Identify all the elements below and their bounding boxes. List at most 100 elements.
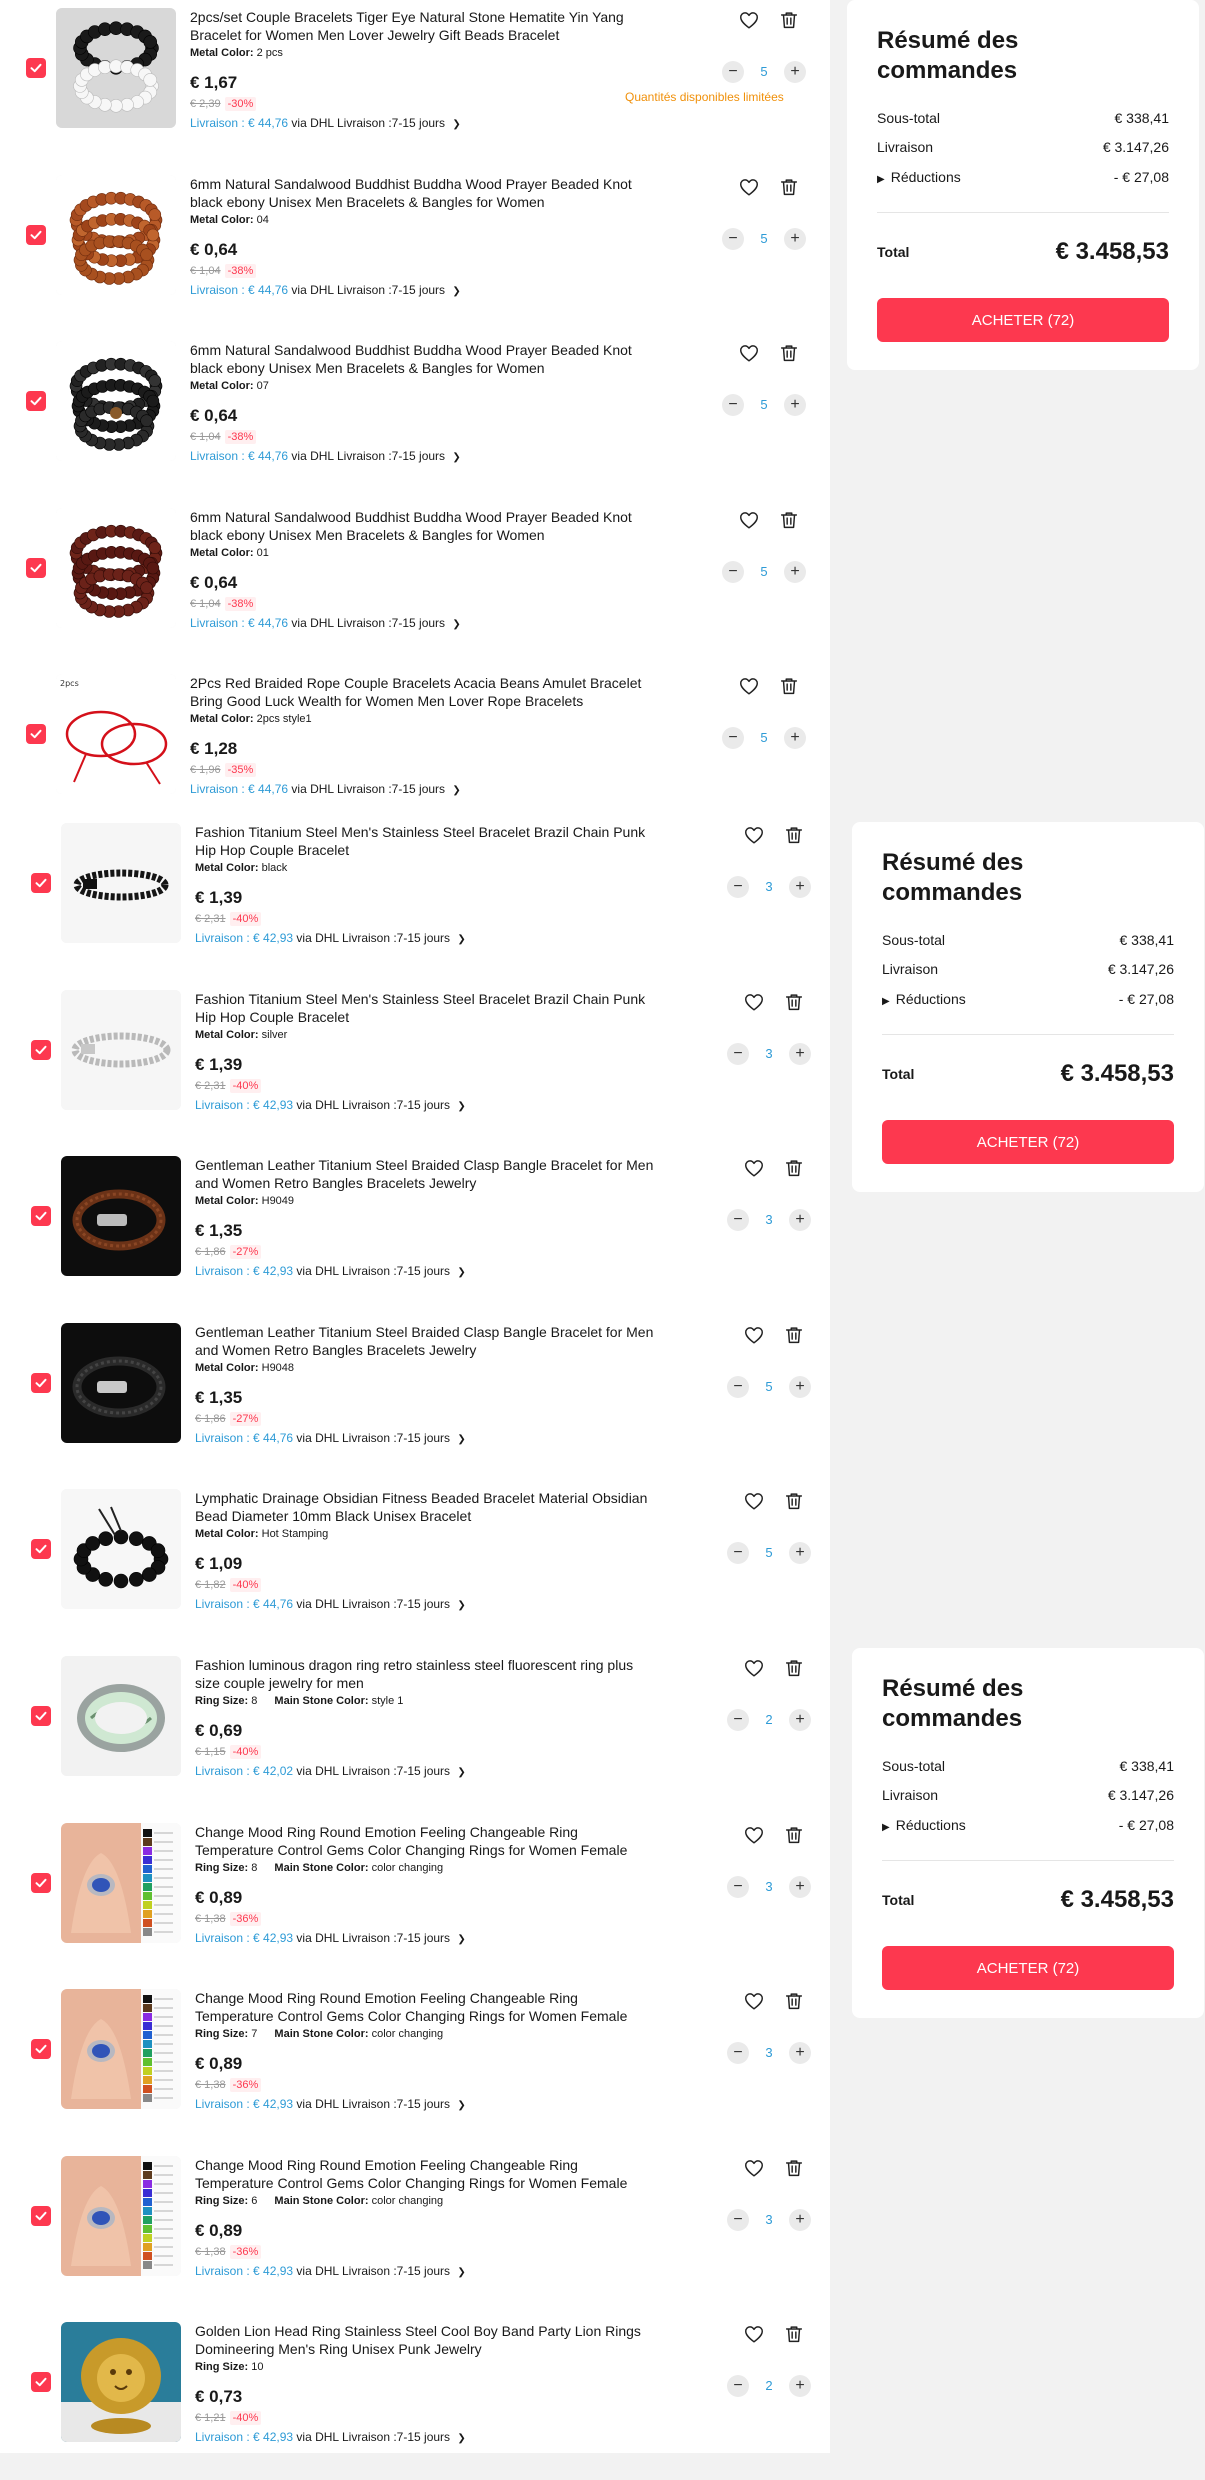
product-attributes[interactable]: Ring Size: 7 Main Stone Color: color cha… [195,2028,655,2040]
item-checkbox[interactable] [31,1539,51,1559]
delete-trash-icon[interactable] [783,824,805,846]
increase-quantity-button[interactable]: + [789,1709,811,1731]
decrease-quantity-button[interactable]: − [722,727,744,749]
product-image[interactable] [56,508,176,628]
item-checkbox[interactable] [31,1706,51,1726]
increase-quantity-button[interactable]: + [789,1876,811,1898]
shipping-info[interactable]: Livraison : € 42,93 via DHL Livraison :7… [195,931,655,945]
wishlist-heart-icon[interactable] [738,342,760,364]
increase-quantity-button[interactable]: + [789,876,811,898]
wishlist-heart-icon[interactable] [738,675,760,697]
delete-trash-icon[interactable] [783,1490,805,1512]
quantity-value[interactable]: 3 [759,1046,779,1061]
wishlist-heart-icon[interactable] [743,1324,765,1346]
buy-button[interactable]: ACHETER (72) [877,298,1169,342]
item-checkbox[interactable] [31,2372,51,2392]
quantity-value[interactable]: 5 [754,397,774,412]
discounts-row[interactable]: ▶ Réductions - € 27,08 [882,991,1174,1007]
product-attributes[interactable]: Metal Color: 2 pcs [190,47,650,59]
product-title[interactable]: Fashion Titanium Steel Men's Stainless S… [195,990,655,1026]
item-checkbox[interactable] [31,1873,51,1893]
delete-trash-icon[interactable] [783,2323,805,2345]
product-image[interactable] [56,341,176,461]
quantity-value[interactable]: 5 [754,564,774,579]
delete-trash-icon[interactable] [783,1824,805,1846]
shipping-info[interactable]: Livraison : € 44,76 via DHL Livraison :7… [190,616,650,630]
product-image[interactable] [61,2156,181,2276]
product-title[interactable]: 6mm Natural Sandalwood Buddhist Buddha W… [190,508,650,544]
increase-quantity-button[interactable]: + [789,1376,811,1398]
product-attributes[interactable]: Metal Color: 07 [190,380,650,392]
product-image[interactable] [61,1989,181,2109]
wishlist-heart-icon[interactable] [743,1824,765,1846]
product-title[interactable]: Fashion Titanium Steel Men's Stainless S… [195,823,655,859]
product-attributes[interactable]: Ring Size: 10 [195,2361,655,2373]
discounts-row[interactable]: ▶ Réductions - € 27,08 [882,1817,1174,1833]
increase-quantity-button[interactable]: + [789,2375,811,2397]
product-attributes[interactable]: Metal Color: 2pcs style1 [190,713,650,725]
decrease-quantity-button[interactable]: − [722,394,744,416]
wishlist-heart-icon[interactable] [743,991,765,1013]
shipping-info[interactable]: Livraison : € 44,76 via DHL Livraison :7… [190,283,650,297]
product-image[interactable] [61,823,181,943]
item-checkbox[interactable] [31,2039,51,2059]
decrease-quantity-button[interactable]: − [727,1043,749,1065]
item-checkbox[interactable] [26,558,46,578]
increase-quantity-button[interactable]: + [789,2209,811,2231]
product-attributes[interactable]: Metal Color: Hot Stamping [195,1528,655,1540]
quantity-value[interactable]: 5 [754,64,774,79]
increase-quantity-button[interactable]: + [784,228,806,250]
quantity-value[interactable]: 3 [759,879,779,894]
delete-trash-icon[interactable] [783,991,805,1013]
wishlist-heart-icon[interactable] [743,1657,765,1679]
product-attributes[interactable]: Ring Size: 8 Main Stone Color: color cha… [195,1862,655,1874]
product-title[interactable]: Change Mood Ring Round Emotion Feeling C… [195,1823,655,1859]
item-checkbox[interactable] [31,1040,51,1060]
discounts-row[interactable]: ▶ Réductions - € 27,08 [877,169,1169,185]
shipping-info[interactable]: Livraison : € 44,76 via DHL Livraison :7… [190,116,650,130]
wishlist-heart-icon[interactable] [743,2323,765,2345]
delete-trash-icon[interactable] [783,1990,805,2012]
increase-quantity-button[interactable]: + [784,727,806,749]
product-image[interactable] [61,1823,181,1943]
product-image[interactable] [61,990,181,1110]
wishlist-heart-icon[interactable] [738,509,760,531]
product-image[interactable] [61,2322,181,2442]
quantity-value[interactable]: 2 [759,1712,779,1727]
shipping-info[interactable]: Livraison : € 44,76 via DHL Livraison :7… [190,449,650,463]
delete-trash-icon[interactable] [778,509,800,531]
quantity-value[interactable]: 3 [759,1879,779,1894]
decrease-quantity-button[interactable]: − [727,1709,749,1731]
wishlist-heart-icon[interactable] [738,9,760,31]
product-attributes[interactable]: Metal Color: H9049 [195,1195,655,1207]
decrease-quantity-button[interactable]: − [727,1876,749,1898]
product-image[interactable] [61,1656,181,1776]
delete-trash-icon[interactable] [778,176,800,198]
decrease-quantity-button[interactable]: − [727,1376,749,1398]
decrease-quantity-button[interactable]: − [727,2375,749,2397]
delete-trash-icon[interactable] [778,9,800,31]
delete-trash-icon[interactable] [778,675,800,697]
shipping-info[interactable]: Livraison : € 42,93 via DHL Livraison :7… [195,1098,655,1112]
quantity-value[interactable]: 5 [759,1379,779,1394]
decrease-quantity-button[interactable]: − [722,561,744,583]
delete-trash-icon[interactable] [778,342,800,364]
product-title[interactable]: Change Mood Ring Round Emotion Feeling C… [195,1989,655,2025]
delete-trash-icon[interactable] [783,1324,805,1346]
product-attributes[interactable]: Metal Color: H9048 [195,1362,655,1374]
shipping-info[interactable]: Livraison : € 42,93 via DHL Livraison :7… [195,2430,655,2444]
product-image[interactable]: 2pcs [56,674,176,794]
delete-trash-icon[interactable] [783,2157,805,2179]
product-title[interactable]: Lymphatic Drainage Obsidian Fitness Bead… [195,1489,655,1525]
quantity-value[interactable]: 5 [754,730,774,745]
product-title[interactable]: Gentleman Leather Titanium Steel Braided… [195,1323,655,1359]
delete-trash-icon[interactable] [783,1157,805,1179]
product-title[interactable]: Change Mood Ring Round Emotion Feeling C… [195,2156,655,2192]
product-title[interactable]: Gentleman Leather Titanium Steel Braided… [195,1156,655,1192]
product-attributes[interactable]: Ring Size: 8 Main Stone Color: style 1 [195,1695,655,1707]
buy-button[interactable]: ACHETER (72) [882,1946,1174,1990]
product-title[interactable]: Golden Lion Head Ring Stainless Steel Co… [195,2322,655,2358]
wishlist-heart-icon[interactable] [743,1157,765,1179]
wishlist-heart-icon[interactable] [743,1490,765,1512]
product-title[interactable]: 2pcs/set Couple Bracelets Tiger Eye Natu… [190,8,650,44]
